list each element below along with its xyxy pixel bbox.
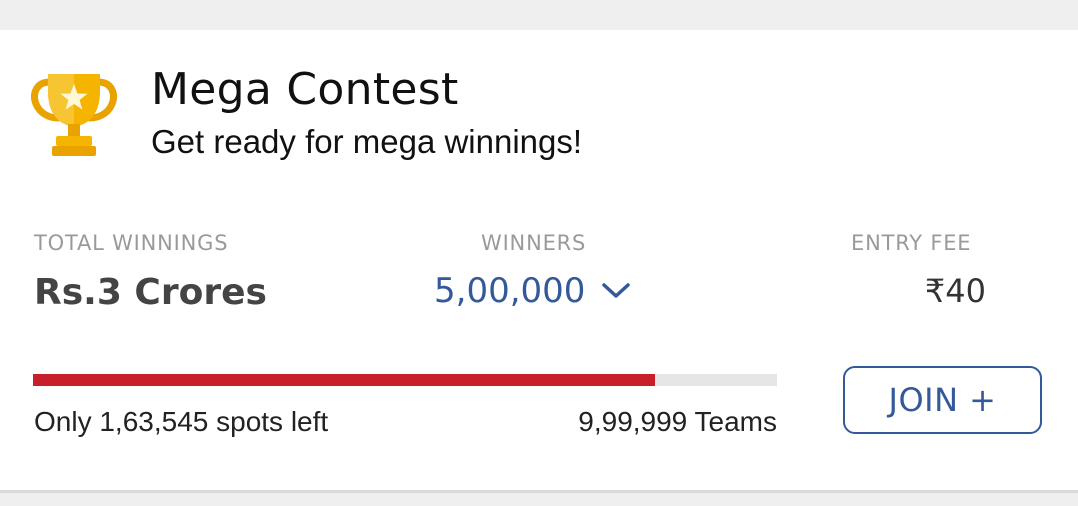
teams-count-text: 9,99,999 Teams: [578, 406, 777, 437]
spots-left-text: Only 1,63,545 spots left: [34, 406, 329, 437]
spots-progress-bar: [33, 374, 777, 386]
contest-title: Mega Contest: [151, 64, 459, 115]
winners-value[interactable]: 5,00,000: [434, 268, 585, 314]
total-winnings-value: Rs.3 Crores: [34, 272, 267, 313]
entry-fee-value: ₹40: [924, 272, 986, 310]
contest-card[interactable]: Mega Contest Get ready for mega winnings…: [0, 30, 1078, 493]
trophy-icon: [31, 74, 117, 156]
winners-dropdown[interactable]: 5,00,000: [434, 268, 631, 314]
contest-subtitle: Get ready for mega winnings!: [151, 123, 583, 160]
spots-progress-fill: [33, 374, 655, 386]
entry-fee-label: ENTRY FEE: [851, 231, 972, 255]
total-winnings-label: TOTAL WINNINGS: [34, 231, 229, 255]
join-button[interactable]: JOIN +: [843, 366, 1042, 434]
winners-label: WINNERS: [481, 231, 587, 255]
chevron-down-icon[interactable]: [601, 281, 631, 301]
